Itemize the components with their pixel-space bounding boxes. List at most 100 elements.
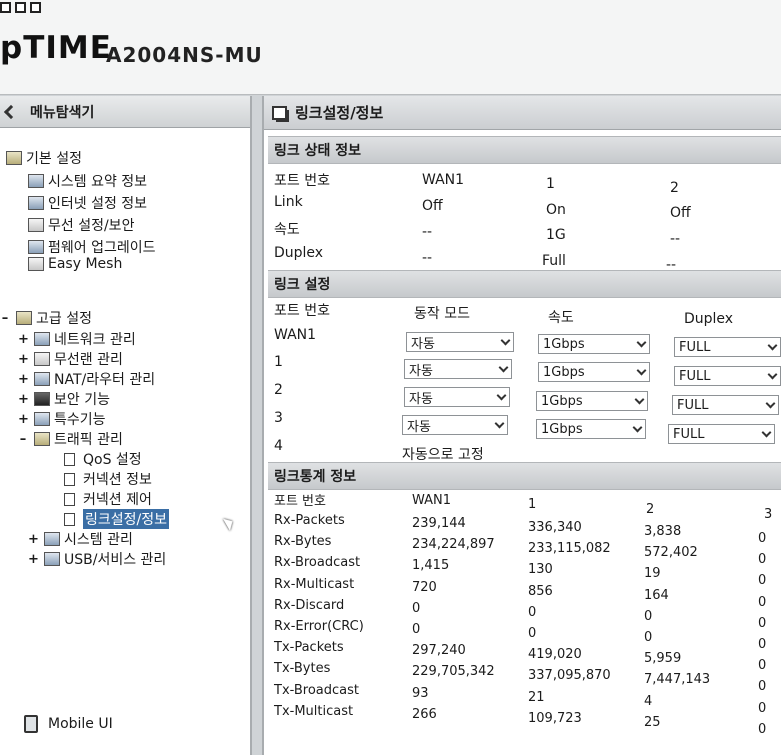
tree-item-internet[interactable]: 인터넷 설정 정보 [28, 193, 147, 213]
tree-item-traffic[interactable]: – 트래픽 관리 [18, 429, 123, 449]
tree-item-connection-control[interactable]: 커넥션 제어 [64, 489, 152, 509]
expand-icon[interactable]: + [18, 392, 29, 407]
stats-value: 297,240 [412, 643, 466, 659]
status-value: Off [670, 205, 691, 221]
collapse-icon[interactable]: – [0, 311, 10, 326]
tree-item-connection-info[interactable]: 커넥션 정보 [64, 469, 152, 489]
chevron-down-icon [494, 418, 505, 428]
window-button-icon[interactable] [15, 2, 26, 13]
expand-icon[interactable]: + [28, 532, 39, 547]
tree-item-special[interactable]: + 특수기능 [18, 409, 106, 429]
stats-value: 0 [758, 594, 767, 610]
mode-select[interactable]: 자동 [404, 359, 512, 379]
stats-value: 0 [758, 679, 767, 695]
port-label: 2 [274, 382, 283, 398]
stats-value: 0 [758, 658, 767, 674]
chevron-down-icon [767, 340, 778, 350]
col-header: Duplex [684, 311, 734, 327]
tree-label: 트래픽 관리 [54, 432, 123, 448]
stats-value: 109,723 [528, 710, 582, 726]
col-header: WAN1 [412, 493, 452, 508]
stats-value: 0 [758, 531, 767, 546]
duplex-select[interactable]: FULL [672, 395, 779, 415]
mobile-ui-label: Mobile UI [48, 716, 113, 732]
tree-advanced-settings[interactable]: – 고급 설정 [0, 308, 92, 328]
mode-select[interactable]: 자동 [402, 415, 508, 435]
tree-item-usb[interactable]: + USB/서비스 관리 [28, 549, 166, 569]
tree-item-link-settings[interactable]: 링크설정/정보 [64, 509, 169, 529]
mobile-ui-link[interactable]: Mobile UI [24, 715, 113, 733]
row-label: Link [274, 194, 303, 210]
col-header: 3 [764, 507, 773, 522]
tree-item-system-mgmt[interactable]: + 시스템 관리 [28, 529, 133, 549]
sidebar: 메뉴탐색기 기본 설정 시스템 요약 정보 인터넷 설정 정보 무선 설정/보안… [0, 96, 252, 755]
tree-label: 특수기능 [54, 412, 106, 428]
sidebar-header: 메뉴탐색기 [0, 96, 250, 128]
mode-select[interactable]: 자동 [406, 332, 514, 352]
expand-icon[interactable]: + [18, 352, 29, 367]
page-icon [64, 512, 75, 526]
traffic-icon [34, 432, 50, 446]
stats-value: 239,144 [412, 516, 466, 531]
window-button-icon[interactable] [30, 2, 41, 13]
duplex-select[interactable]: FULL [668, 424, 775, 444]
col-header: 속도 [548, 310, 574, 326]
expand-icon[interactable]: + [18, 372, 29, 387]
chevron-down-icon [632, 422, 643, 432]
chevron-down-icon [761, 427, 772, 437]
stats-row-label: Tx-Bytes [274, 661, 331, 677]
expand-icon[interactable]: + [18, 412, 29, 427]
stats-value: 19 [644, 566, 661, 582]
tree-item-qos[interactable]: QoS 설정 [64, 449, 142, 469]
speed-select[interactable]: 1Gbps [538, 334, 650, 354]
stats-value: 720 [412, 579, 437, 595]
speed-select[interactable]: 1Gbps [538, 362, 650, 382]
tree-item-wireless[interactable]: 무선 설정/보안 [28, 215, 134, 235]
tree-item-network[interactable]: + 네트워크 관리 [18, 329, 136, 349]
tree-label: 기본 설정 [26, 151, 82, 167]
tree-label: 시스템 요약 정보 [48, 174, 148, 190]
tree-label-selected: 링크설정/정보 [83, 509, 169, 529]
stats-value: 0 [644, 608, 653, 624]
stats-row-label: Tx-Packets [274, 640, 344, 656]
tree-label: 보안 기능 [54, 392, 110, 408]
mode-select[interactable]: 자동 [404, 387, 510, 407]
duplex-select[interactable]: FULL [674, 366, 781, 386]
tree-item-easy-mesh[interactable]: Easy Mesh [28, 256, 122, 272]
duplex-select[interactable]: FULL [674, 337, 781, 357]
chevron-down-icon [500, 335, 511, 345]
tree-item-security[interactable]: + 보안 기능 [18, 389, 110, 409]
stats-row-label: Tx-Multicast [274, 703, 354, 719]
chart-icon [28, 174, 44, 188]
collapse-icon[interactable]: – [18, 432, 28, 447]
port-label: 3 [274, 410, 283, 426]
tree-item-system-summary[interactable]: 시스템 요약 정보 [28, 171, 147, 191]
expand-icon[interactable]: + [28, 552, 39, 567]
tree-label: 고급 설정 [36, 311, 92, 327]
section-link-stats: 링크통계 정보 [268, 462, 781, 490]
stats-value: 7,447,143 [644, 672, 711, 688]
stats-value: 229,705,342 [412, 664, 495, 680]
tree-item-wlan[interactable]: + 무선랜 관리 [18, 349, 123, 369]
expand-icon[interactable]: + [18, 332, 29, 347]
col-header: 1 [546, 176, 555, 192]
page-title: 링크설정/정보 [295, 104, 384, 122]
stats-value: 0 [758, 552, 767, 568]
row-label: Duplex [274, 245, 324, 261]
tree-basic-settings[interactable]: 기본 설정 [6, 148, 82, 168]
usb-icon [44, 552, 60, 566]
stats-value: 336,340 [528, 520, 582, 535]
speed-select[interactable]: 1Gbps [536, 391, 648, 411]
tree-item-nat[interactable]: + NAT/라우터 관리 [18, 369, 155, 389]
stats-value: 0 [758, 637, 767, 652]
speed-select[interactable]: 1Gbps [536, 419, 646, 439]
stats-value: 0 [758, 700, 767, 716]
window-controls [0, 2, 41, 13]
tree-item-firmware[interactable]: 펌웨어 업그레이드 [28, 237, 156, 257]
port-label: 4 [274, 438, 283, 454]
row-label: 속도 [274, 222, 300, 238]
stats-value: 234,224,897 [412, 537, 495, 553]
stats-row-label: Rx-Bytes [274, 534, 332, 550]
window-button-icon[interactable] [0, 2, 11, 13]
status-value: Full [542, 253, 566, 269]
